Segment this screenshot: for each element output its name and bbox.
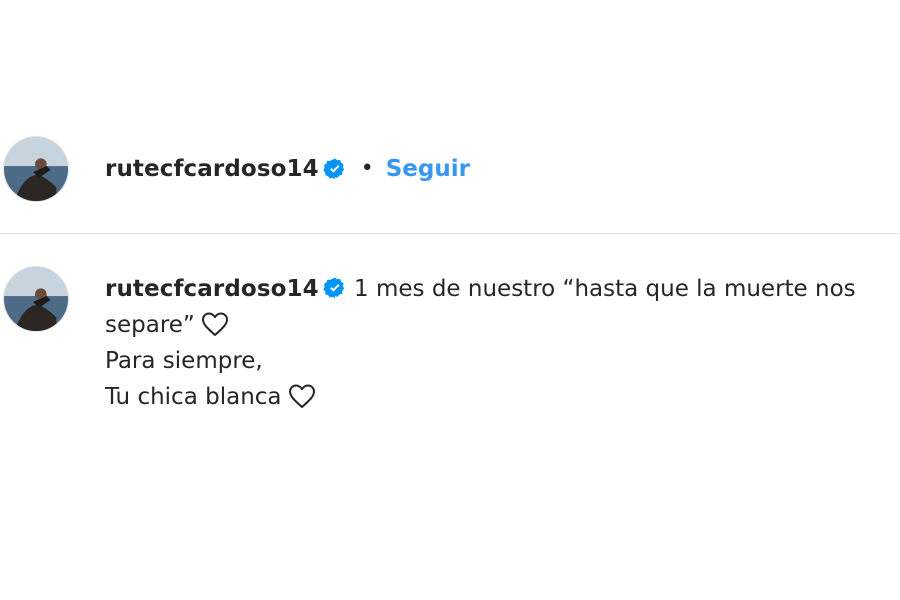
header-username[interactable]: rutecfcardoso14 bbox=[105, 156, 319, 182]
heart-outline-icon bbox=[201, 311, 229, 337]
divider bbox=[0, 233, 900, 234]
caption-text-4: Tu chica blanca bbox=[105, 384, 282, 410]
verified-badge-icon bbox=[323, 157, 347, 181]
avatar-photo bbox=[4, 267, 68, 331]
avatar-photo bbox=[4, 137, 68, 201]
separator-dot: • bbox=[360, 156, 374, 181]
caption-comment: rutecfcardoso14 1 mes de nuestro “hasta … bbox=[105, 271, 900, 415]
caption-line-2: separe” bbox=[105, 307, 900, 343]
caption-text-1: 1 mes de nuestro “hasta que la muerte no… bbox=[354, 276, 856, 302]
profile-avatar[interactable] bbox=[3, 136, 69, 202]
caption-line-4: Tu chica blanca bbox=[105, 379, 900, 415]
post-header: rutecfcardoso14 • Seguir bbox=[105, 152, 470, 186]
caption-username[interactable]: rutecfcardoso14 bbox=[105, 276, 319, 302]
caption-text-2: separe” bbox=[105, 312, 195, 338]
caption-line-3: Para siempre, bbox=[105, 348, 263, 374]
verified-badge-icon bbox=[323, 276, 347, 300]
follow-button[interactable]: Seguir bbox=[386, 156, 470, 182]
heart-outline-icon bbox=[288, 383, 316, 409]
caption-line-1: rutecfcardoso14 1 mes de nuestro “hasta … bbox=[105, 271, 900, 307]
comment-avatar[interactable] bbox=[3, 266, 69, 332]
